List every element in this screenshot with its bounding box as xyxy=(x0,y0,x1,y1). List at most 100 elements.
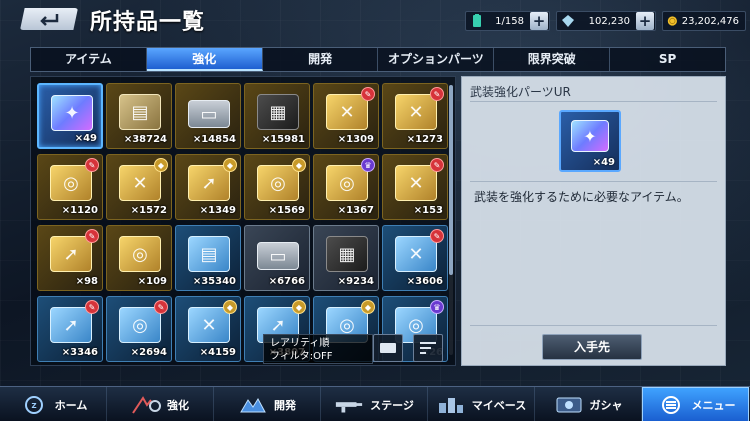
item-art: ▦ xyxy=(257,94,299,130)
item-slot[interactable]: ▦ ×15981 xyxy=(244,83,310,149)
tab-option-parts[interactable]: オプションパーツ xyxy=(378,48,495,71)
swirl-icon: ◎ xyxy=(339,172,355,194)
scrollbar[interactable] xyxy=(449,85,453,355)
scrollbar-thumb[interactable] xyxy=(449,85,453,275)
rarity-badge-icon: ◆ xyxy=(223,158,237,172)
nav-my-base-label: マイベース xyxy=(471,398,527,412)
nav-enhance[interactable]: 強化 xyxy=(107,387,214,421)
nav-develop[interactable]: 開発 xyxy=(214,387,321,421)
nav-stage-label: ステージ xyxy=(370,398,414,412)
cross-blade-icon: ✕ xyxy=(132,172,148,194)
nav-gacha[interactable]: ガシャ xyxy=(535,387,642,421)
item-count: ×35340 xyxy=(192,276,236,287)
nav-home[interactable]: Z ホーム xyxy=(0,387,107,421)
item-slot[interactable]: ◎ ◆ ×1569 xyxy=(244,154,310,220)
nav-menu[interactable]: メニュー xyxy=(642,387,749,421)
tab-enhance[interactable]: 強化 xyxy=(146,48,263,71)
cross-blade-icon: ✕ xyxy=(408,101,424,123)
sort-button[interactable] xyxy=(413,334,443,362)
rarity-badge-icon: ✎ xyxy=(361,87,375,101)
item-art: ✦ xyxy=(51,95,93,131)
tab-item[interactable]: アイテム xyxy=(31,48,147,71)
item-art: ➚ xyxy=(50,307,92,343)
sort-filter-status[interactable]: レアリティ順 フィルタ:OFF xyxy=(263,334,373,364)
item-grid: ✦ ×49 ▤ ×38724 ▭ ×14854 ▦ ×15981 ✕ ✎ ×1309 ✕ ✎ ×1273 ◎… xyxy=(37,83,448,364)
display-toggle-button[interactable] xyxy=(373,334,403,362)
svg-text:Z: Z xyxy=(31,402,36,410)
item-slot[interactable]: ✕ ✎ ×3606 xyxy=(382,225,448,291)
item-slot[interactable]: ▤ ×38724 xyxy=(106,83,172,149)
item-slot[interactable]: ▭ ×6766 xyxy=(244,225,310,291)
nav-develop-label: 開発 xyxy=(274,398,296,412)
item-slot[interactable]: ✦ ×49 xyxy=(37,83,103,149)
item-count: ×109 xyxy=(137,276,167,287)
rarity-badge-icon: ◆ xyxy=(292,158,306,172)
cards-icon: ▤ xyxy=(131,101,149,123)
crystal-counter: 102,230 + xyxy=(556,11,656,31)
item-count: ×3346 xyxy=(61,347,98,358)
item-count: ×153 xyxy=(413,205,443,216)
item-count: ×1349 xyxy=(199,205,236,216)
wrench-icon: ✦ xyxy=(64,102,80,124)
tab-develop[interactable]: 開発 xyxy=(263,48,379,71)
item-slot[interactable]: ➚ ✎ ×98 xyxy=(37,225,103,291)
item-slot[interactable]: ▤ ×35340 xyxy=(175,225,241,291)
category-tabs: アイテム 強化 開発 オプションパーツ 限界突破 SP xyxy=(30,47,726,72)
item-slot[interactable]: ➚ ✎ ×3346 xyxy=(37,296,103,362)
crystal-icon xyxy=(562,15,574,27)
coin-icon xyxy=(667,16,677,26)
card-view-icon xyxy=(380,343,396,353)
item-count: ×38724 xyxy=(123,134,167,145)
item-art: ✕ xyxy=(395,165,437,201)
item-art: ◎ xyxy=(257,165,299,201)
item-slot[interactable]: ◎ ✎ ×1120 xyxy=(37,154,103,220)
swirl-icon: ◎ xyxy=(270,172,286,194)
item-count: ×1569 xyxy=(268,205,305,216)
tab-sp[interactable]: SP xyxy=(610,48,725,71)
nav-my-base[interactable]: マイベース xyxy=(428,387,535,421)
item-slot[interactable]: ▦ ×9234 xyxy=(313,225,379,291)
tab-limit-break[interactable]: 限界突破 xyxy=(494,48,611,71)
item-slot[interactable]: ◎ ♛ ×1367 xyxy=(313,154,379,220)
coin-counter: 23,202,476 xyxy=(662,11,746,31)
arrow-icon: ➚ xyxy=(63,243,79,265)
item-slot[interactable]: ◎ ×109 xyxy=(106,225,172,291)
enhance-icon xyxy=(131,394,161,416)
item-art: ▤ xyxy=(119,94,161,130)
crystal-add-button[interactable]: + xyxy=(636,12,654,30)
item-slot[interactable]: ✕ ✎ ×1273 xyxy=(382,83,448,149)
chip-icon: ▦ xyxy=(338,243,356,265)
develop-icon xyxy=(238,394,268,416)
item-slot[interactable]: ✕ ✎ ×153 xyxy=(382,154,448,220)
menu-icon xyxy=(656,394,686,416)
item-slot[interactable]: ➚ ◆ ×1349 xyxy=(175,154,241,220)
laptop-icon: ▭ xyxy=(200,103,218,125)
item-slot[interactable]: ✕ ✎ ×1309 xyxy=(313,83,379,149)
item-slot[interactable]: ✕ ◆ ×1572 xyxy=(106,154,172,220)
cross-blade-icon: ✕ xyxy=(408,172,424,194)
page-title: 所持品一覧 xyxy=(90,10,206,35)
item-slot[interactable]: ◎ ✎ ×2694 xyxy=(106,296,172,362)
item-count: ×1120 xyxy=(61,205,98,216)
back-button[interactable] xyxy=(20,8,78,30)
item-detail-count: ×49 xyxy=(592,157,615,168)
arrow-icon: ➚ xyxy=(63,314,79,336)
rarity-badge-icon: ✎ xyxy=(430,158,444,172)
acquire-button[interactable]: 入手先 xyxy=(542,334,642,360)
arrow-icon: ➚ xyxy=(201,172,217,194)
item-slot[interactable]: ✕ ◆ ×4159 xyxy=(175,296,241,362)
cross-blade-icon: ✕ xyxy=(339,101,355,123)
item-count: ×49 xyxy=(74,133,97,144)
item-art: ▤ xyxy=(188,236,230,272)
item-count: ×4159 xyxy=(199,347,236,358)
item-art: ◎ xyxy=(119,307,161,343)
item-art: ✕ xyxy=(395,94,437,130)
gacha-icon xyxy=(554,394,584,416)
item-art: ➚ xyxy=(188,165,230,201)
item-slot[interactable]: ▭ ×14854 xyxy=(175,83,241,149)
nav-gacha-label: ガシャ xyxy=(589,398,623,412)
stamina-add-button[interactable]: + xyxy=(530,12,548,30)
sort-icon xyxy=(420,342,436,354)
nav-stage[interactable]: ステージ xyxy=(321,387,428,421)
swirl-icon: ◎ xyxy=(63,172,79,194)
